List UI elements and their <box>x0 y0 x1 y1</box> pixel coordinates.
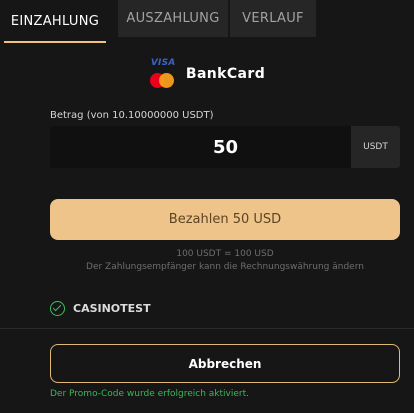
exchange-rate: 100 USDT = 100 USD <box>176 249 274 259</box>
check-circle-icon <box>50 300 65 316</box>
promo-success-message: Der Promo-Code wurde erfolgreich aktivie… <box>50 389 250 399</box>
divider <box>0 328 414 329</box>
amount-currency: USDT <box>351 126 400 168</box>
promo-code: CASINOTEST <box>73 301 151 315</box>
currency-note: Der Zahlungsempfänger kann die Rechnungs… <box>86 262 364 272</box>
payment-method-name: BankCard <box>185 66 266 82</box>
amount-label: Betrag (von 10.10000000 USDT) <box>50 110 214 121</box>
tab-einzahlung[interactable]: EINZAHLUNG <box>4 0 106 43</box>
mastercard-icon <box>149 73 176 89</box>
tab-verlauf[interactable]: VERLAUF <box>230 0 316 37</box>
cancel-button[interactable]: Abbrechen <box>50 344 400 383</box>
pay-button[interactable]: Bezahlen 50 USD <box>50 199 400 240</box>
amount-field: USDT <box>50 126 400 168</box>
tab-bar: EINZAHLUNG AUSZAHLUNG VERLAUF <box>0 0 414 43</box>
visa-icon: VISA <box>150 58 176 68</box>
amount-input[interactable] <box>50 126 351 168</box>
tab-auszahlung[interactable]: AUSZAHLUNG <box>118 0 228 37</box>
bankcard-logo: VISA <box>149 58 179 90</box>
payment-method: VISA BankCard <box>0 56 414 92</box>
promo-row: CASINOTEST <box>50 298 151 318</box>
